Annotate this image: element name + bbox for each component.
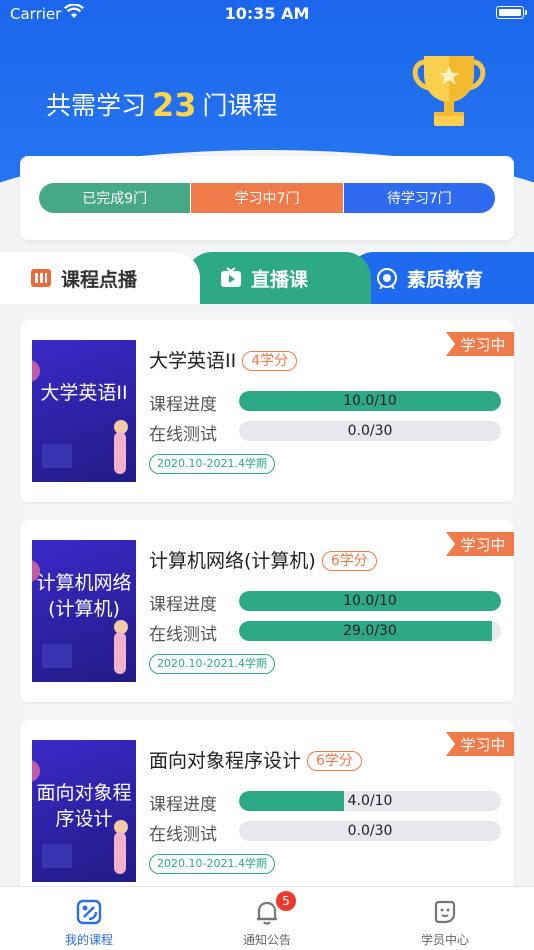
battery-icon (496, 6, 527, 19)
status-badge: 学习中 (446, 732, 514, 756)
progress-value: 4.0/10 (347, 793, 393, 809)
credit-badge: 4学分 (242, 351, 298, 371)
status-badge: 学习中 (446, 332, 514, 356)
title-prefix: 共需学习 (46, 91, 147, 120)
test-value: 0.0/30 (347, 823, 393, 839)
test-value: 0.0/30 (347, 423, 393, 439)
tab-courses-label: 课程点播 (61, 268, 138, 291)
course-name: 计算机网络(计算机) 6学分 (149, 546, 377, 573)
test-label: 在线测试 (149, 825, 217, 845)
tab-student-center-label: 学员中心 (420, 933, 469, 947)
course-card[interactable]: 面向对象程序设计 学习中 面向对象程序设计 6学分 课程进度 4.0/10 在线测… (20, 720, 514, 902)
cover-title: 大学英语II (40, 382, 128, 404)
title-suffix: 门课程 (202, 91, 278, 120)
tab-student-center[interactable]: 学员中心 (356, 887, 534, 950)
tab-quality[interactable]: 素质教育 (348, 252, 534, 304)
course-name: 大学英语II 4学分 (149, 346, 298, 373)
course-progress-bar: 10.0/10 (239, 591, 501, 611)
tab-notices[interactable]: 5 通知公告 (178, 887, 356, 950)
tab-quality-label: 素质教育 (407, 268, 484, 291)
course-count: 23 (152, 86, 197, 124)
course-card[interactable]: 大学英语II 学习中 大学英语II 4学分 课程进度 10.0/10 在线测试 0… (20, 320, 514, 502)
courses-icon (74, 897, 104, 927)
test-label: 在线测试 (149, 625, 217, 645)
notification-badge: 5 (276, 891, 296, 911)
summary-bar: 已完成9门 学习中7门 待学习7门 (39, 183, 495, 213)
test-progress-bar: 29.0/30 (239, 621, 501, 641)
course-cover: 大学英语II (32, 340, 136, 482)
test-label: 在线测试 (149, 425, 217, 445)
test-progress-bar: 0.0/30 (239, 821, 501, 841)
tab-my-courses-label: 我的课程 (64, 933, 113, 947)
course-cover: 面向对象程序设计 (32, 740, 136, 882)
pending-count[interactable]: 待学习7门 (342, 183, 495, 213)
credit-badge: 6学分 (321, 551, 377, 571)
medal-icon (376, 267, 398, 289)
status-bar: Carrier 10:35 AM (0, 0, 534, 28)
trophy-icon (408, 52, 490, 136)
tab-courses[interactable]: 课程点播 (0, 252, 200, 304)
clock: 10:35 AM (224, 4, 310, 23)
tab-live-label: 直播课 (251, 268, 309, 291)
test-progress-bar: 0.0/30 (239, 421, 501, 441)
tab-notices-label: 通知公告 (242, 933, 291, 947)
cover-title: 计算机网络(计算机) (36, 572, 132, 620)
term-badge: 2020.10-2021.4学期 (149, 654, 275, 674)
course-card[interactable]: 计算机网络(计算机) 学习中 计算机网络(计算机) 6学分 课程进度 10.0/1… (20, 520, 514, 702)
progress-value: 10.0/10 (343, 393, 397, 409)
status-badge: 学习中 (446, 532, 514, 556)
completed-count[interactable]: 已完成9门 (39, 183, 191, 213)
cover-title: 面向对象程序设计 (36, 782, 132, 830)
course-name: 面向对象程序设计 6学分 (149, 746, 362, 773)
page-title: 共需学习 23 门课程 (46, 86, 278, 124)
tab-my-courses[interactable]: 我的课程 (0, 887, 178, 950)
bottom-tab-bar: 我的课程 5 通知公告 学员中心 (0, 886, 534, 950)
profile-icon (430, 897, 460, 927)
course-type-tabs: 课程点播 直播课 素质教育 (0, 252, 534, 304)
term-badge: 2020.10-2021.4学期 (149, 854, 275, 874)
summary-card: 已完成9门 学习中7门 待学习7门 (20, 156, 514, 240)
progress-value: 10.0/10 (343, 593, 397, 609)
progress-label: 课程进度 (149, 795, 217, 815)
test-value: 29.0/30 (343, 623, 397, 639)
progress-label: 课程进度 (149, 395, 217, 415)
learning-count[interactable]: 学习中7门 (190, 183, 343, 213)
tab-live[interactable]: 直播课 (186, 252, 371, 304)
credit-badge: 6学分 (307, 751, 362, 771)
progress-label: 课程进度 (149, 595, 217, 615)
term-badge: 2020.10-2021.4学期 (149, 454, 275, 474)
course-progress-bar: 10.0/10 (239, 391, 501, 411)
course-progress-bar: 4.0/10 (239, 791, 501, 811)
tv-icon (220, 267, 242, 289)
course-cover: 计算机网络(计算机) (32, 540, 136, 682)
book-icon (30, 267, 52, 289)
